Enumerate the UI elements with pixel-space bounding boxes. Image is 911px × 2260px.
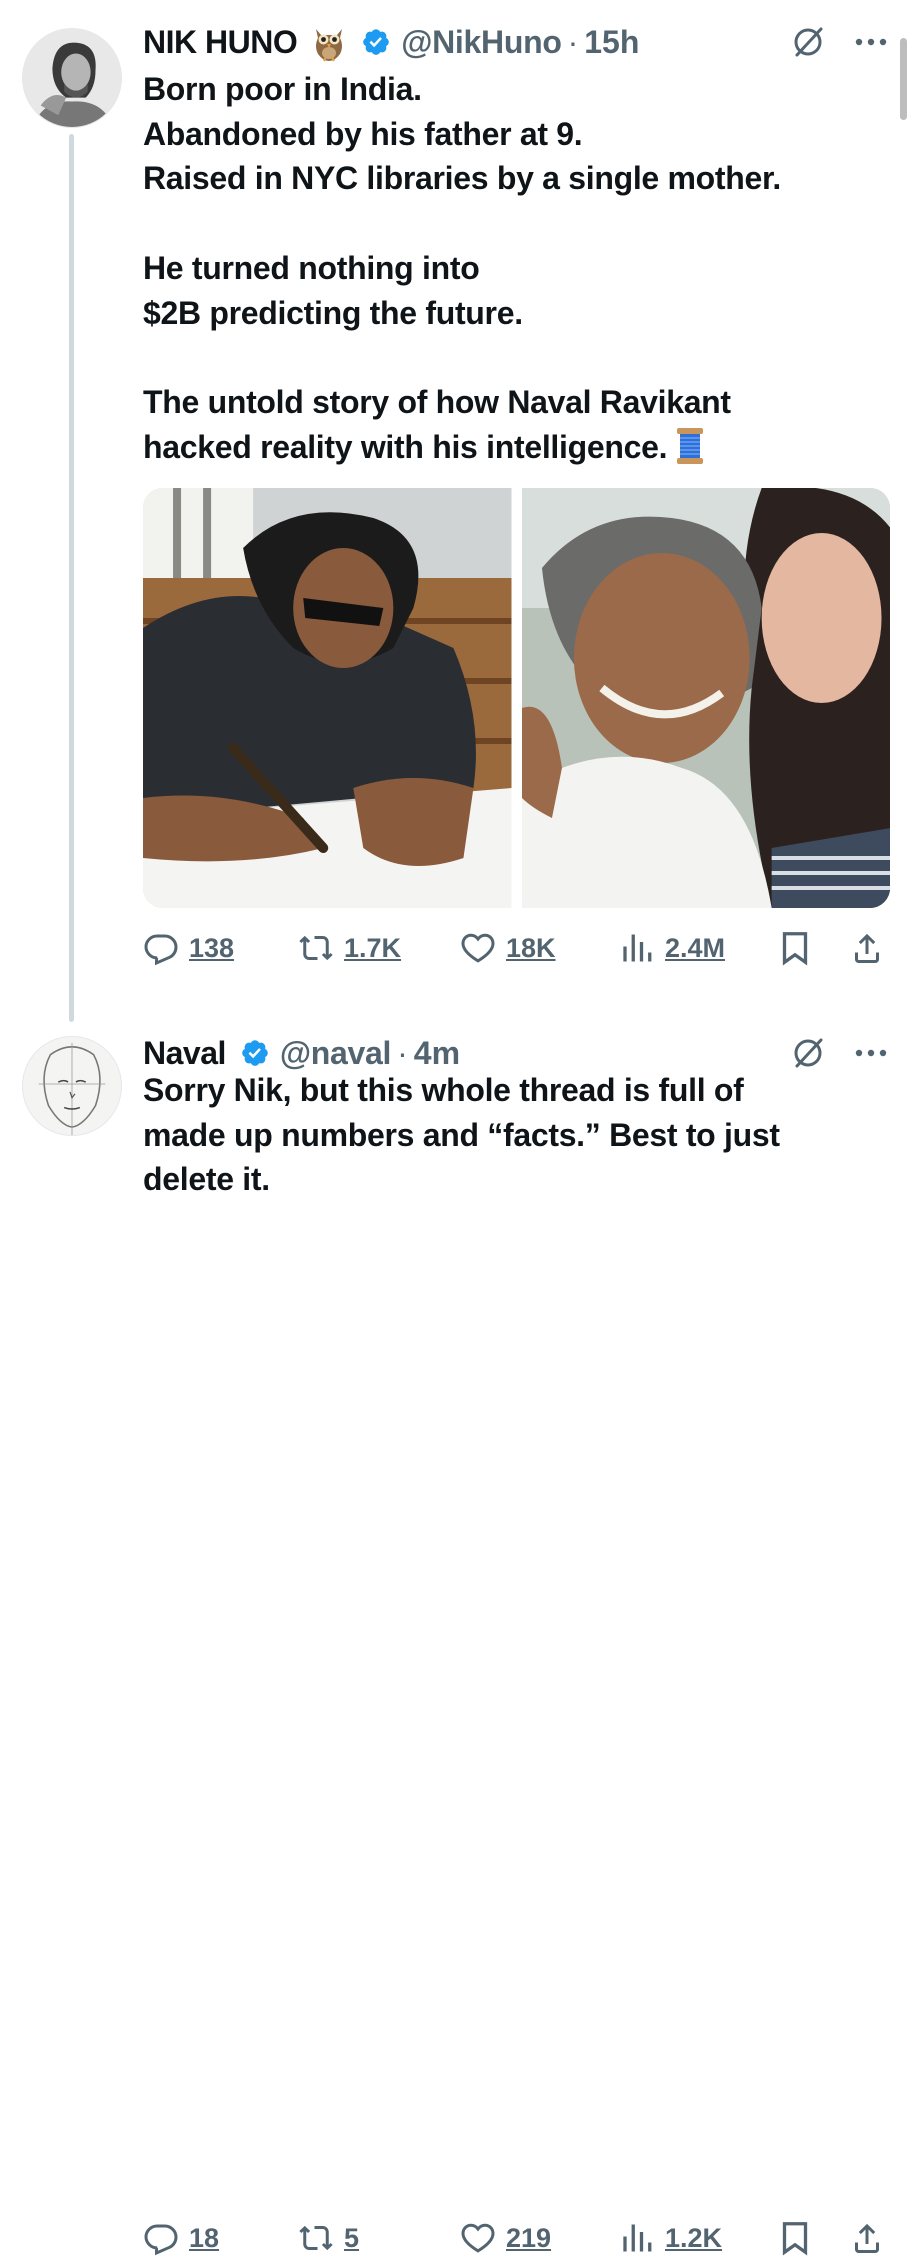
views-button[interactable]: 1.2K (619, 2216, 722, 2260)
like-button[interactable]: 18K (460, 926, 556, 970)
repost-button[interactable]: 5 (298, 2216, 359, 2260)
views-count: 2.4M (665, 932, 726, 963)
reply-icon (144, 934, 178, 966)
more-options-icon[interactable] (853, 1047, 889, 1059)
avatar-image (23, 1037, 121, 1135)
spool-of-thread-icon (675, 426, 705, 466)
tweet-text: Sorry Nik, but this whole thread is full… (143, 1072, 780, 1198)
tweet-header: NIK HUNO @NikHuno · 15h (143, 22, 639, 62)
reply-count: 138 (189, 932, 235, 963)
separator-dot: · (567, 23, 579, 60)
author-name[interactable]: NIK HUNO (143, 24, 298, 61)
share-button[interactable] (849, 2216, 885, 2260)
tweet[interactable]: NIK HUNO @NikHuno · 15h Born poor in Ind… (0, 0, 911, 1022)
bookmark-icon (782, 2222, 808, 2256)
avatar[interactable] (22, 1036, 122, 1136)
thread-connector-line (69, 134, 74, 1022)
repost-count: 5 (344, 2222, 360, 2253)
more-options-icon[interactable] (853, 36, 889, 48)
views-count: 1.2K (665, 2222, 723, 2253)
reply-button[interactable]: 18 (143, 2216, 219, 2260)
separator-dot: · (397, 1034, 408, 1071)
tweet-text-content: Born poor in India. Abandoned by his fat… (143, 71, 781, 465)
photo-2[interactable] (521, 488, 890, 908)
like-button[interactable]: 219 (460, 2216, 551, 2260)
action-bar: 18 5 219 1.2K (143, 2216, 888, 2260)
verified-badge-icon[interactable] (361, 27, 391, 57)
share-button[interactable] (849, 926, 885, 970)
tweet-header: Naval @naval · 4m (143, 1033, 460, 1073)
reply-count: 18 (189, 2222, 220, 2253)
repost-icon (299, 2225, 333, 2251)
reply-icon (144, 2224, 178, 2256)
grok-icon[interactable] (791, 25, 825, 59)
views-icon (623, 934, 652, 962)
author-name[interactable]: Naval (143, 1035, 226, 1072)
bookmark-button[interactable] (777, 926, 813, 970)
photo-1[interactable] (143, 488, 512, 908)
bookmark-button[interactable] (777, 2216, 813, 2260)
like-count: 219 (506, 2222, 552, 2253)
author-handle[interactable]: @naval (280, 1035, 392, 1072)
grok-icon[interactable] (791, 1036, 825, 1070)
heart-icon (461, 933, 495, 963)
views-button[interactable]: 2.4M (619, 926, 725, 970)
bookmark-icon (782, 932, 808, 966)
repost-button[interactable]: 1.7K (298, 926, 401, 970)
repost-icon (299, 935, 333, 961)
share-icon (855, 933, 879, 963)
like-count: 18K (506, 932, 556, 963)
media-grid[interactable] (143, 488, 890, 908)
owl-icon (311, 22, 347, 62)
tweet[interactable]: Naval @naval · 4m Sorry Nik, but this wh… (0, 1010, 911, 2256)
reply-button[interactable]: 138 (143, 926, 234, 970)
author-handle[interactable]: @NikHuno (401, 24, 562, 61)
tweet-text: Born poor in India. Abandoned by his fat… (143, 67, 873, 469)
avatar-image (23, 29, 121, 127)
scrollbar[interactable] (900, 38, 907, 120)
share-icon (855, 2223, 879, 2253)
timestamp[interactable]: 15h (584, 24, 639, 61)
verified-badge-icon[interactable] (240, 1038, 270, 1068)
action-bar: 138 1.7K 18K 2.4M (143, 926, 888, 970)
timestamp[interactable]: 4m (414, 1035, 460, 1072)
views-icon (623, 2224, 652, 2252)
repost-count: 1.7K (344, 932, 402, 963)
heart-icon (461, 2223, 495, 2253)
avatar[interactable] (22, 28, 122, 128)
